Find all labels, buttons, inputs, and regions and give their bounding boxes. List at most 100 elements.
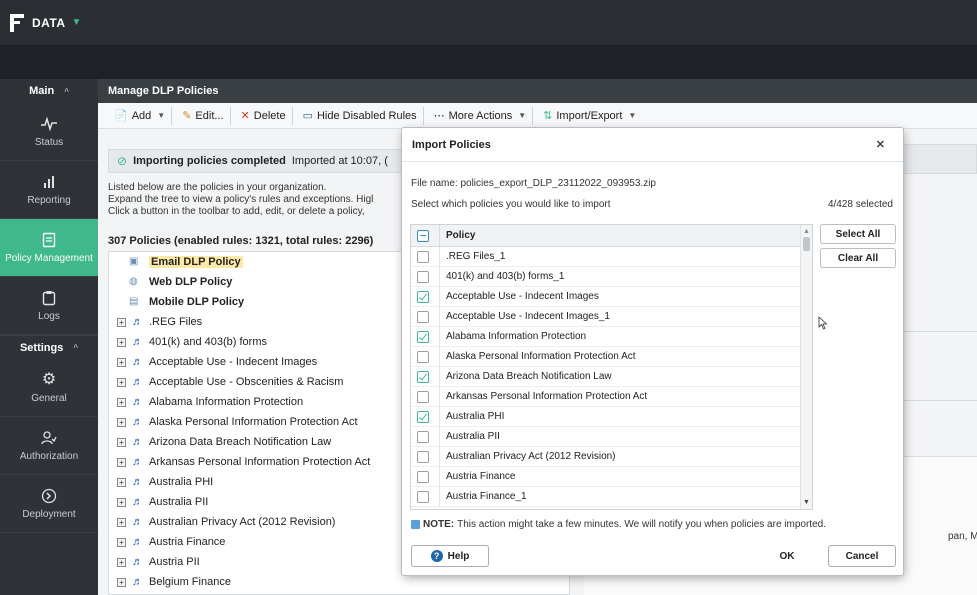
category-icon: ♬ [132,356,143,368]
list-item[interactable]: Austria Finance [411,466,812,487]
hide-disabled-rules-button[interactable]: ▭ Hide Disabled Rules [297,106,424,125]
category-icon: ♬ [132,556,143,568]
sidebar-item-status[interactable]: Status [0,103,98,161]
info-icon [411,520,420,529]
policy-checkbox[interactable] [417,370,429,383]
delete-button[interactable]: ✕ Delete [235,106,293,125]
close-icon[interactable]: ✕ [876,138,885,151]
policy-checkbox[interactable] [417,470,429,483]
policy-list: Policy .REG Files_1 401(k) and 403(b) fo… [410,224,813,510]
policy-checkbox[interactable] [417,410,429,423]
help-button[interactable]: ? Help [411,545,489,567]
page-title: Manage DLP Policies [98,79,977,103]
pulse-icon [40,115,58,133]
category-icon: ♬ [132,516,143,528]
list-item[interactable]: Acceptable Use - Indecent Images [411,286,812,307]
category-icon: ♬ [132,496,143,508]
list-item[interactable]: Austria Finance_1 [411,486,812,507]
expand-icon[interactable]: + [117,477,126,487]
dialog-title: Import Policies ✕ [402,128,903,162]
list-item[interactable]: .REG Files_1 [411,246,812,267]
import-policies-dialog: Import Policies ✕ File name: policies_ex… [401,127,904,576]
select-prompt: Select which policies you would like to … [411,199,611,210]
brand-label[interactable]: DATA [32,16,66,30]
category-icon: ♬ [132,476,143,488]
delete-icon: ✕ [240,110,250,122]
list-item[interactable]: Alabama Information Protection [411,326,812,347]
scrollbar-thumb[interactable] [803,237,810,251]
selected-count: 4/428 selected [827,199,893,210]
expand-icon[interactable]: + [117,577,126,587]
policy-checkbox[interactable] [417,290,429,303]
more-actions-button[interactable]: ⋯ More Actions ▼ [428,106,534,125]
policy-checkbox[interactable] [417,490,429,503]
policy-checkbox[interactable] [417,350,429,363]
scroll-up-icon[interactable]: ▲ [803,228,810,235]
import-export-button[interactable]: ⇅ Import/Export ▼ [537,107,642,125]
expand-icon[interactable]: + [117,357,126,367]
expand-icon[interactable]: + [117,337,126,347]
details-text: pan, Macau, Ma [948,531,977,542]
policy-checkbox[interactable] [417,430,429,443]
list-item[interactable]: Australia PII [411,426,812,447]
page-description: Listed below are the policies in your or… [108,182,374,217]
chevron-down-icon: ▼ [157,111,166,120]
sidebar-item-authorization[interactable]: Authorization [0,417,98,475]
policy-checkbox[interactable] [417,310,429,323]
sidebar-item-reporting[interactable]: Reporting [0,161,98,219]
user-key-icon [41,429,57,447]
policy-checkbox[interactable] [417,390,429,403]
chevron-down-icon[interactable]: ▼ [72,17,82,28]
expand-icon[interactable]: + [117,517,126,527]
list-item[interactable]: Australian Privacy Act (2012 Revision) [411,446,812,467]
expand-icon[interactable]: + [117,457,126,467]
list-item[interactable]: Australia PHI [411,406,812,427]
sidebar-section-main[interactable]: Main ^ [0,79,98,103]
chevron-down-icon: ▼ [518,111,527,120]
policy-checkbox[interactable] [417,250,429,263]
list-item[interactable]: 401(k) and 403(b) forms_1 [411,266,812,287]
policy-checkbox[interactable] [417,330,429,343]
sidebar-item-deployment[interactable]: Deployment [0,475,98,533]
import-note: NOTE: This action might take a few minut… [411,519,826,530]
expand-icon[interactable]: + [117,497,126,507]
mouse-cursor-icon [818,316,828,330]
list-item[interactable]: Arkansas Personal Information Protection… [411,386,812,407]
edit-button[interactable]: ✎ Edit... [176,106,231,125]
sub-bar [0,45,977,79]
list-item[interactable]: Acceptable Use - Indecent Images_1 [411,306,812,327]
clipboard-icon [42,289,56,307]
select-all-checkbox[interactable] [417,229,429,242]
scroll-down-icon[interactable]: ▼ [803,499,810,506]
email-policy-icon: ▣ [129,256,139,267]
ok-button[interactable]: OK [750,545,824,567]
list-item[interactable]: Arizona Data Breach Notification Law [411,366,812,387]
category-icon: ♬ [132,576,143,588]
expand-icon[interactable]: + [117,437,126,447]
category-icon: ♬ [132,416,143,428]
expand-icon[interactable]: + [117,377,126,387]
expand-icon[interactable]: + [117,317,126,327]
add-button[interactable]: 📄 Add ▼ [108,106,173,125]
expand-icon[interactable]: + [117,537,126,547]
cancel-button[interactable]: Cancel [828,545,896,567]
category-icon: ♬ [132,316,143,328]
category-icon: ♬ [132,396,143,408]
category-icon: ♬ [132,456,143,468]
sidebar-section-settings[interactable]: Settings ^ [0,335,98,359]
bar-chart-icon [42,173,56,191]
sidebar-item-logs[interactable]: Logs [0,277,98,335]
policy-count: 307 Policies (enabled rules: 1321, total… [108,235,374,247]
policy-checkbox[interactable] [417,270,429,283]
mobile-policy-icon: ▤ [129,296,139,307]
scrollbar[interactable]: ▲ ▼ [800,225,812,509]
clear-all-button[interactable]: Clear All [820,248,896,268]
expand-icon[interactable]: + [117,557,126,567]
policy-checkbox[interactable] [417,450,429,463]
expand-icon[interactable]: + [117,397,126,407]
select-all-button[interactable]: Select All [820,224,896,244]
sidebar-item-general[interactable]: ⚙ General [0,359,98,417]
list-item[interactable]: Alaska Personal Information Protection A… [411,346,812,367]
sidebar-item-policy-management[interactable]: Policy Management [0,219,98,277]
expand-icon[interactable]: + [117,417,126,427]
